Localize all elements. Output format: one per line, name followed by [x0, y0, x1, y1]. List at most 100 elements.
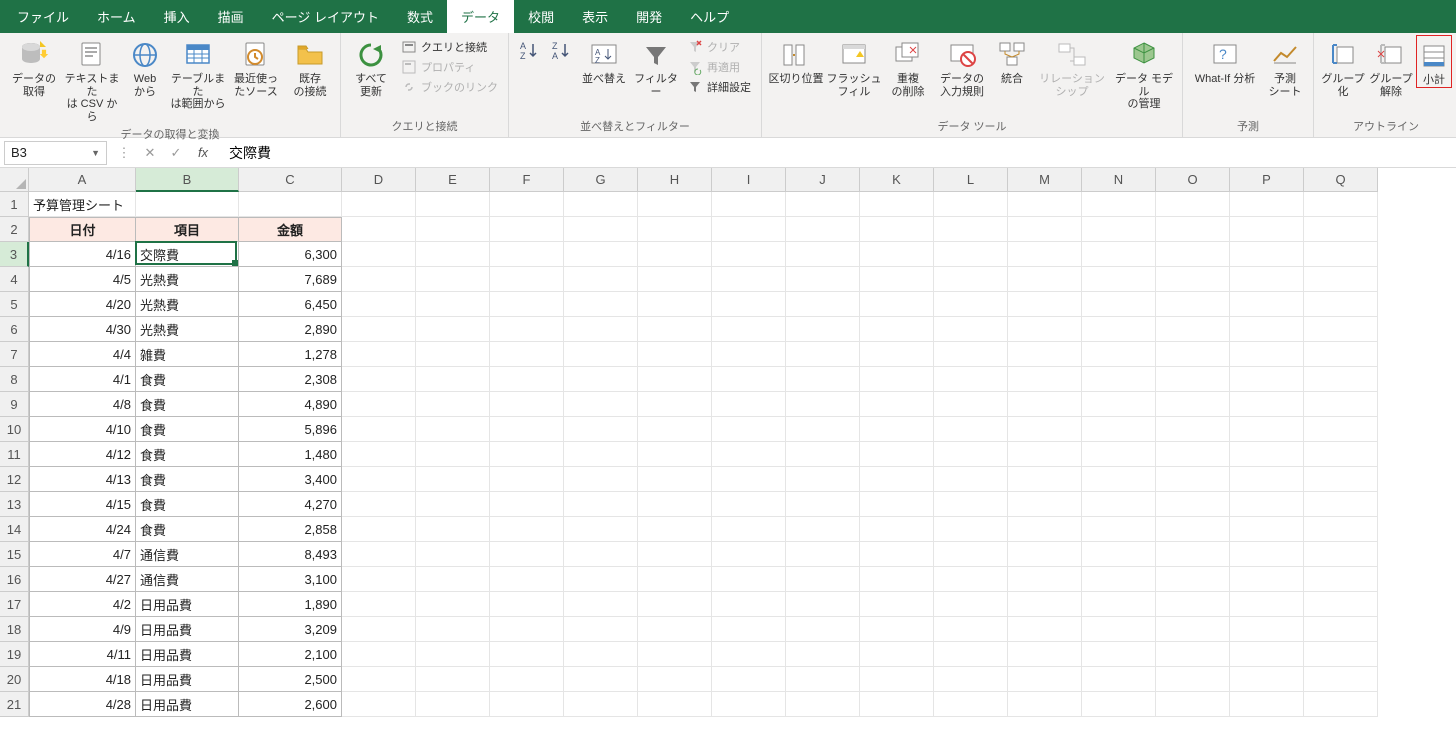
group-button[interactable]: グループ化 [1320, 35, 1366, 98]
cell[interactable] [342, 192, 416, 217]
cell[interactable] [1230, 367, 1304, 392]
cell[interactable]: 1,278 [239, 342, 342, 367]
cell[interactable] [712, 317, 786, 342]
cell[interactable]: 4/5 [29, 267, 136, 292]
cell[interactable] [564, 242, 638, 267]
cell[interactable]: 6,300 [239, 242, 342, 267]
cell[interactable] [1304, 492, 1378, 517]
chevron-down-icon[interactable]: ▼ [91, 148, 100, 158]
recent-sources-button[interactable]: 最近使ったソース [228, 35, 284, 98]
cell[interactable] [1082, 242, 1156, 267]
cell[interactable] [860, 192, 934, 217]
cell[interactable]: 日用品費 [136, 692, 239, 717]
cell[interactable] [934, 367, 1008, 392]
cell[interactable] [860, 367, 934, 392]
cell[interactable]: 2,858 [239, 517, 342, 542]
cell[interactable] [564, 367, 638, 392]
cell[interactable] [1008, 542, 1082, 567]
cell[interactable] [786, 517, 860, 542]
cell[interactable] [638, 467, 712, 492]
cell[interactable] [490, 617, 564, 642]
cell[interactable] [638, 217, 712, 242]
cell[interactable]: 4/10 [29, 417, 136, 442]
cell[interactable]: 2,890 [239, 317, 342, 342]
cell[interactable] [564, 592, 638, 617]
select-all-corner[interactable] [0, 168, 29, 192]
cell[interactable] [1304, 342, 1378, 367]
cell[interactable] [934, 292, 1008, 317]
cell[interactable] [342, 642, 416, 667]
cell[interactable] [342, 442, 416, 467]
cell[interactable]: 4/27 [29, 567, 136, 592]
cell[interactable] [786, 642, 860, 667]
cell[interactable] [342, 567, 416, 592]
cell[interactable] [1230, 342, 1304, 367]
cell[interactable] [786, 492, 860, 517]
cell[interactable] [564, 667, 638, 692]
cell[interactable] [934, 192, 1008, 217]
column-header[interactable]: Q [1304, 168, 1378, 192]
forecast-sheet-button[interactable]: 予測シート [1263, 35, 1307, 98]
cell[interactable] [1304, 442, 1378, 467]
cell[interactable] [1304, 667, 1378, 692]
cell[interactable] [1082, 592, 1156, 617]
cell[interactable] [1008, 317, 1082, 342]
cell[interactable]: 食費 [136, 417, 239, 442]
cell[interactable]: 日用品費 [136, 617, 239, 642]
cell[interactable] [934, 442, 1008, 467]
cell[interactable] [416, 517, 490, 542]
data-validation-button[interactable]: データの入力規則 [934, 35, 990, 98]
flash-fill-button[interactable]: フラッシュフィル [826, 35, 882, 98]
row-header[interactable]: 16 [0, 567, 29, 592]
cell[interactable] [1230, 292, 1304, 317]
cell[interactable]: 日用品費 [136, 667, 239, 692]
cell[interactable] [712, 567, 786, 592]
tab-data[interactable]: データ [447, 0, 514, 33]
cell[interactable] [712, 192, 786, 217]
cell[interactable] [712, 367, 786, 392]
cell[interactable]: 4/4 [29, 342, 136, 367]
advanced-filter-button[interactable]: 詳細設定 [683, 77, 755, 97]
cell[interactable] [342, 317, 416, 342]
cell[interactable]: 通信費 [136, 542, 239, 567]
row-header[interactable]: 11 [0, 442, 29, 467]
cell[interactable] [712, 292, 786, 317]
cell[interactable] [860, 667, 934, 692]
cell[interactable] [934, 267, 1008, 292]
cell[interactable] [860, 342, 934, 367]
cell[interactable] [1156, 617, 1230, 642]
cell[interactable] [1304, 617, 1378, 642]
cell[interactable] [638, 517, 712, 542]
cell[interactable] [1082, 392, 1156, 417]
cell[interactable] [1230, 192, 1304, 217]
cell[interactable] [934, 692, 1008, 717]
cell[interactable]: 予算管理シート [29, 192, 136, 217]
properties-button[interactable]: プロパティ [397, 57, 502, 77]
cell[interactable]: 2,308 [239, 367, 342, 392]
row-header[interactable]: 5 [0, 292, 29, 317]
row-header[interactable]: 14 [0, 517, 29, 542]
tab-view[interactable]: 表示 [568, 0, 622, 33]
from-web-button[interactable]: Webから [122, 35, 168, 98]
cell[interactable] [1156, 292, 1230, 317]
relationships-button[interactable]: リレーションシップ [1034, 35, 1110, 98]
sort-button[interactable]: AZ 並べ替え [579, 35, 629, 86]
cell[interactable] [490, 642, 564, 667]
cell[interactable] [490, 342, 564, 367]
column-header[interactable]: M [1008, 168, 1082, 192]
cell[interactable] [934, 392, 1008, 417]
from-table-range-button[interactable]: テーブルまたは範囲から [170, 35, 226, 111]
column-header[interactable]: P [1230, 168, 1304, 192]
cell[interactable] [342, 392, 416, 417]
cell[interactable]: 光熱費 [136, 292, 239, 317]
cell[interactable] [1082, 267, 1156, 292]
cell[interactable]: 食費 [136, 492, 239, 517]
cell[interactable]: 食費 [136, 442, 239, 467]
grid-body[interactable]: 予算管理シート日付項目金額4/16交際費6,3004/5光熱費7,6894/20… [29, 192, 1378, 717]
cell[interactable] [342, 542, 416, 567]
row-header[interactable]: 21 [0, 692, 29, 717]
cell[interactable] [1304, 642, 1378, 667]
cell[interactable] [490, 592, 564, 617]
cell[interactable] [638, 642, 712, 667]
cell[interactable] [1304, 592, 1378, 617]
